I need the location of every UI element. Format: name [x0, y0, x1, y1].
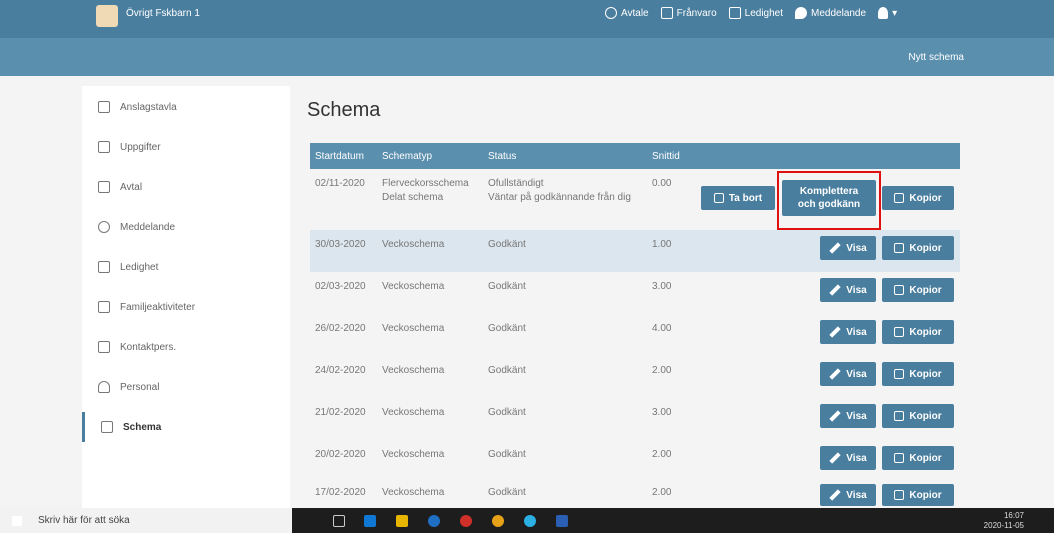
copy-button[interactable]: Kopior — [882, 404, 954, 428]
calendar-icon — [728, 7, 741, 19]
view-button[interactable]: Visa — [820, 484, 876, 506]
pencil-icon — [829, 489, 841, 501]
pencil-icon — [829, 410, 841, 422]
pin-icon — [98, 101, 110, 113]
clock-icon — [605, 7, 617, 19]
pencil-icon — [829, 368, 841, 380]
view-button[interactable]: Visa — [820, 404, 876, 428]
copy-icon — [894, 285, 905, 295]
copy-icon — [894, 453, 905, 463]
copy-button[interactable]: Kopior — [882, 320, 954, 344]
page-title: Schema — [307, 99, 381, 121]
sidebar-item-uppgifter[interactable]: Uppgifter — [82, 132, 290, 162]
pencil-icon — [829, 326, 841, 338]
sidebar-item-avtal[interactable]: Avtal — [82, 172, 290, 202]
table-icon — [101, 421, 113, 433]
nav-ledighet[interactable]: Ledighet — [728, 7, 783, 19]
family-icon — [98, 301, 110, 313]
nav-franvaro[interactable]: Frånvaro — [660, 7, 717, 19]
copy-button[interactable]: Kopior — [882, 236, 954, 260]
contacts-icon — [98, 341, 110, 353]
col-status: Status — [488, 151, 517, 162]
pencil-icon — [829, 284, 841, 296]
table-header: Startdatum Schematyp Status Snittid — [310, 143, 960, 169]
copy-icon — [894, 243, 905, 253]
copy-button[interactable]: Kopior — [882, 362, 954, 386]
view-button[interactable]: Visa — [820, 278, 876, 302]
chevron-down-icon: ▾ — [892, 7, 898, 19]
windows-start-icon[interactable] — [12, 516, 22, 526]
child-avatar[interactable] — [96, 5, 118, 27]
sub-header: Nytt schema — [0, 38, 1054, 76]
windows-taskbar: Skriv här för att söka 16:07 2020-11-05 — [0, 508, 1054, 533]
taskbar-clock[interactable]: 16:07 2020-11-05 — [984, 511, 1024, 531]
new-schedule-button[interactable]: Nytt schema — [908, 52, 964, 63]
sidebar-item-ledighet[interactable]: Ledighet — [82, 252, 290, 282]
col-snittid: Snittid — [652, 151, 680, 162]
calendar-x-icon — [660, 7, 673, 19]
delete-button[interactable]: Ta bort — [701, 186, 775, 210]
copy-icon — [894, 327, 905, 337]
edge-icon[interactable] — [524, 515, 536, 527]
copy-button[interactable]: Kopior — [882, 186, 954, 210]
file-explorer-icon[interactable] — [396, 515, 408, 527]
view-button[interactable]: Visa — [820, 446, 876, 470]
col-schematyp: Schematyp — [382, 151, 433, 162]
top-nav: Avtale Frånvaro Ledighet Meddelande ▾ — [605, 7, 897, 19]
trash-icon — [713, 193, 724, 203]
view-button[interactable]: Visa — [820, 320, 876, 344]
copy-icon — [894, 490, 905, 500]
sidebar-item-anslagstavla[interactable]: Anslagstavla — [82, 92, 290, 122]
copy-button[interactable]: Kopior — [882, 446, 954, 470]
pencil-icon — [829, 452, 841, 464]
sidebar-item-familjeaktiviteter[interactable]: Familjeaktiviteter — [82, 292, 290, 322]
pencil-icon — [829, 242, 841, 254]
taskbar-search-input[interactable]: Skriv här för att söka — [0, 508, 292, 533]
chrome-icon[interactable] — [492, 515, 504, 527]
top-navbar: Övrigt Fskbarn 1 Avtale Frånvaro Ledighe… — [0, 0, 1054, 38]
user-menu[interactable]: ▾ — [878, 7, 897, 19]
nav-avtale[interactable]: Avtale — [605, 7, 649, 19]
speech-bubble-icon — [98, 221, 110, 233]
edge-legacy-icon[interactable] — [428, 515, 440, 527]
view-button[interactable]: Visa — [820, 236, 876, 260]
copy-icon — [894, 193, 905, 203]
task-view-icon[interactable] — [333, 515, 345, 527]
speech-bubble-icon — [795, 7, 808, 19]
view-button[interactable]: Visa — [820, 362, 876, 386]
copy-button[interactable]: Kopior — [882, 278, 954, 302]
person-icon — [98, 381, 110, 393]
child-name[interactable]: Övrigt Fskbarn 1 — [126, 8, 200, 19]
sidebar: Anslagstavla Uppgifter Avtal Meddelande … — [82, 86, 290, 508]
nav-meddelande[interactable]: Meddelande — [795, 7, 866, 19]
sidebar-item-personal[interactable]: Personal — [82, 372, 290, 402]
user-icon — [878, 7, 889, 19]
copy-icon — [894, 369, 905, 379]
col-startdatum: Startdatum — [315, 151, 364, 162]
outlook-icon[interactable] — [364, 515, 376, 527]
highlight-box — [777, 171, 881, 230]
sidebar-item-schema[interactable]: Schema — [82, 412, 290, 442]
app-icon[interactable] — [460, 515, 472, 527]
copy-icon — [894, 411, 905, 421]
copy-button[interactable]: Kopior — [882, 484, 954, 506]
calendar-x-icon — [98, 261, 110, 273]
sidebar-item-meddelande[interactable]: Meddelande — [82, 212, 290, 242]
calendar-icon — [98, 181, 110, 193]
list-icon — [98, 141, 110, 153]
sidebar-item-kontaktpers[interactable]: Kontaktpers. — [82, 332, 290, 362]
word-icon[interactable] — [556, 515, 568, 527]
